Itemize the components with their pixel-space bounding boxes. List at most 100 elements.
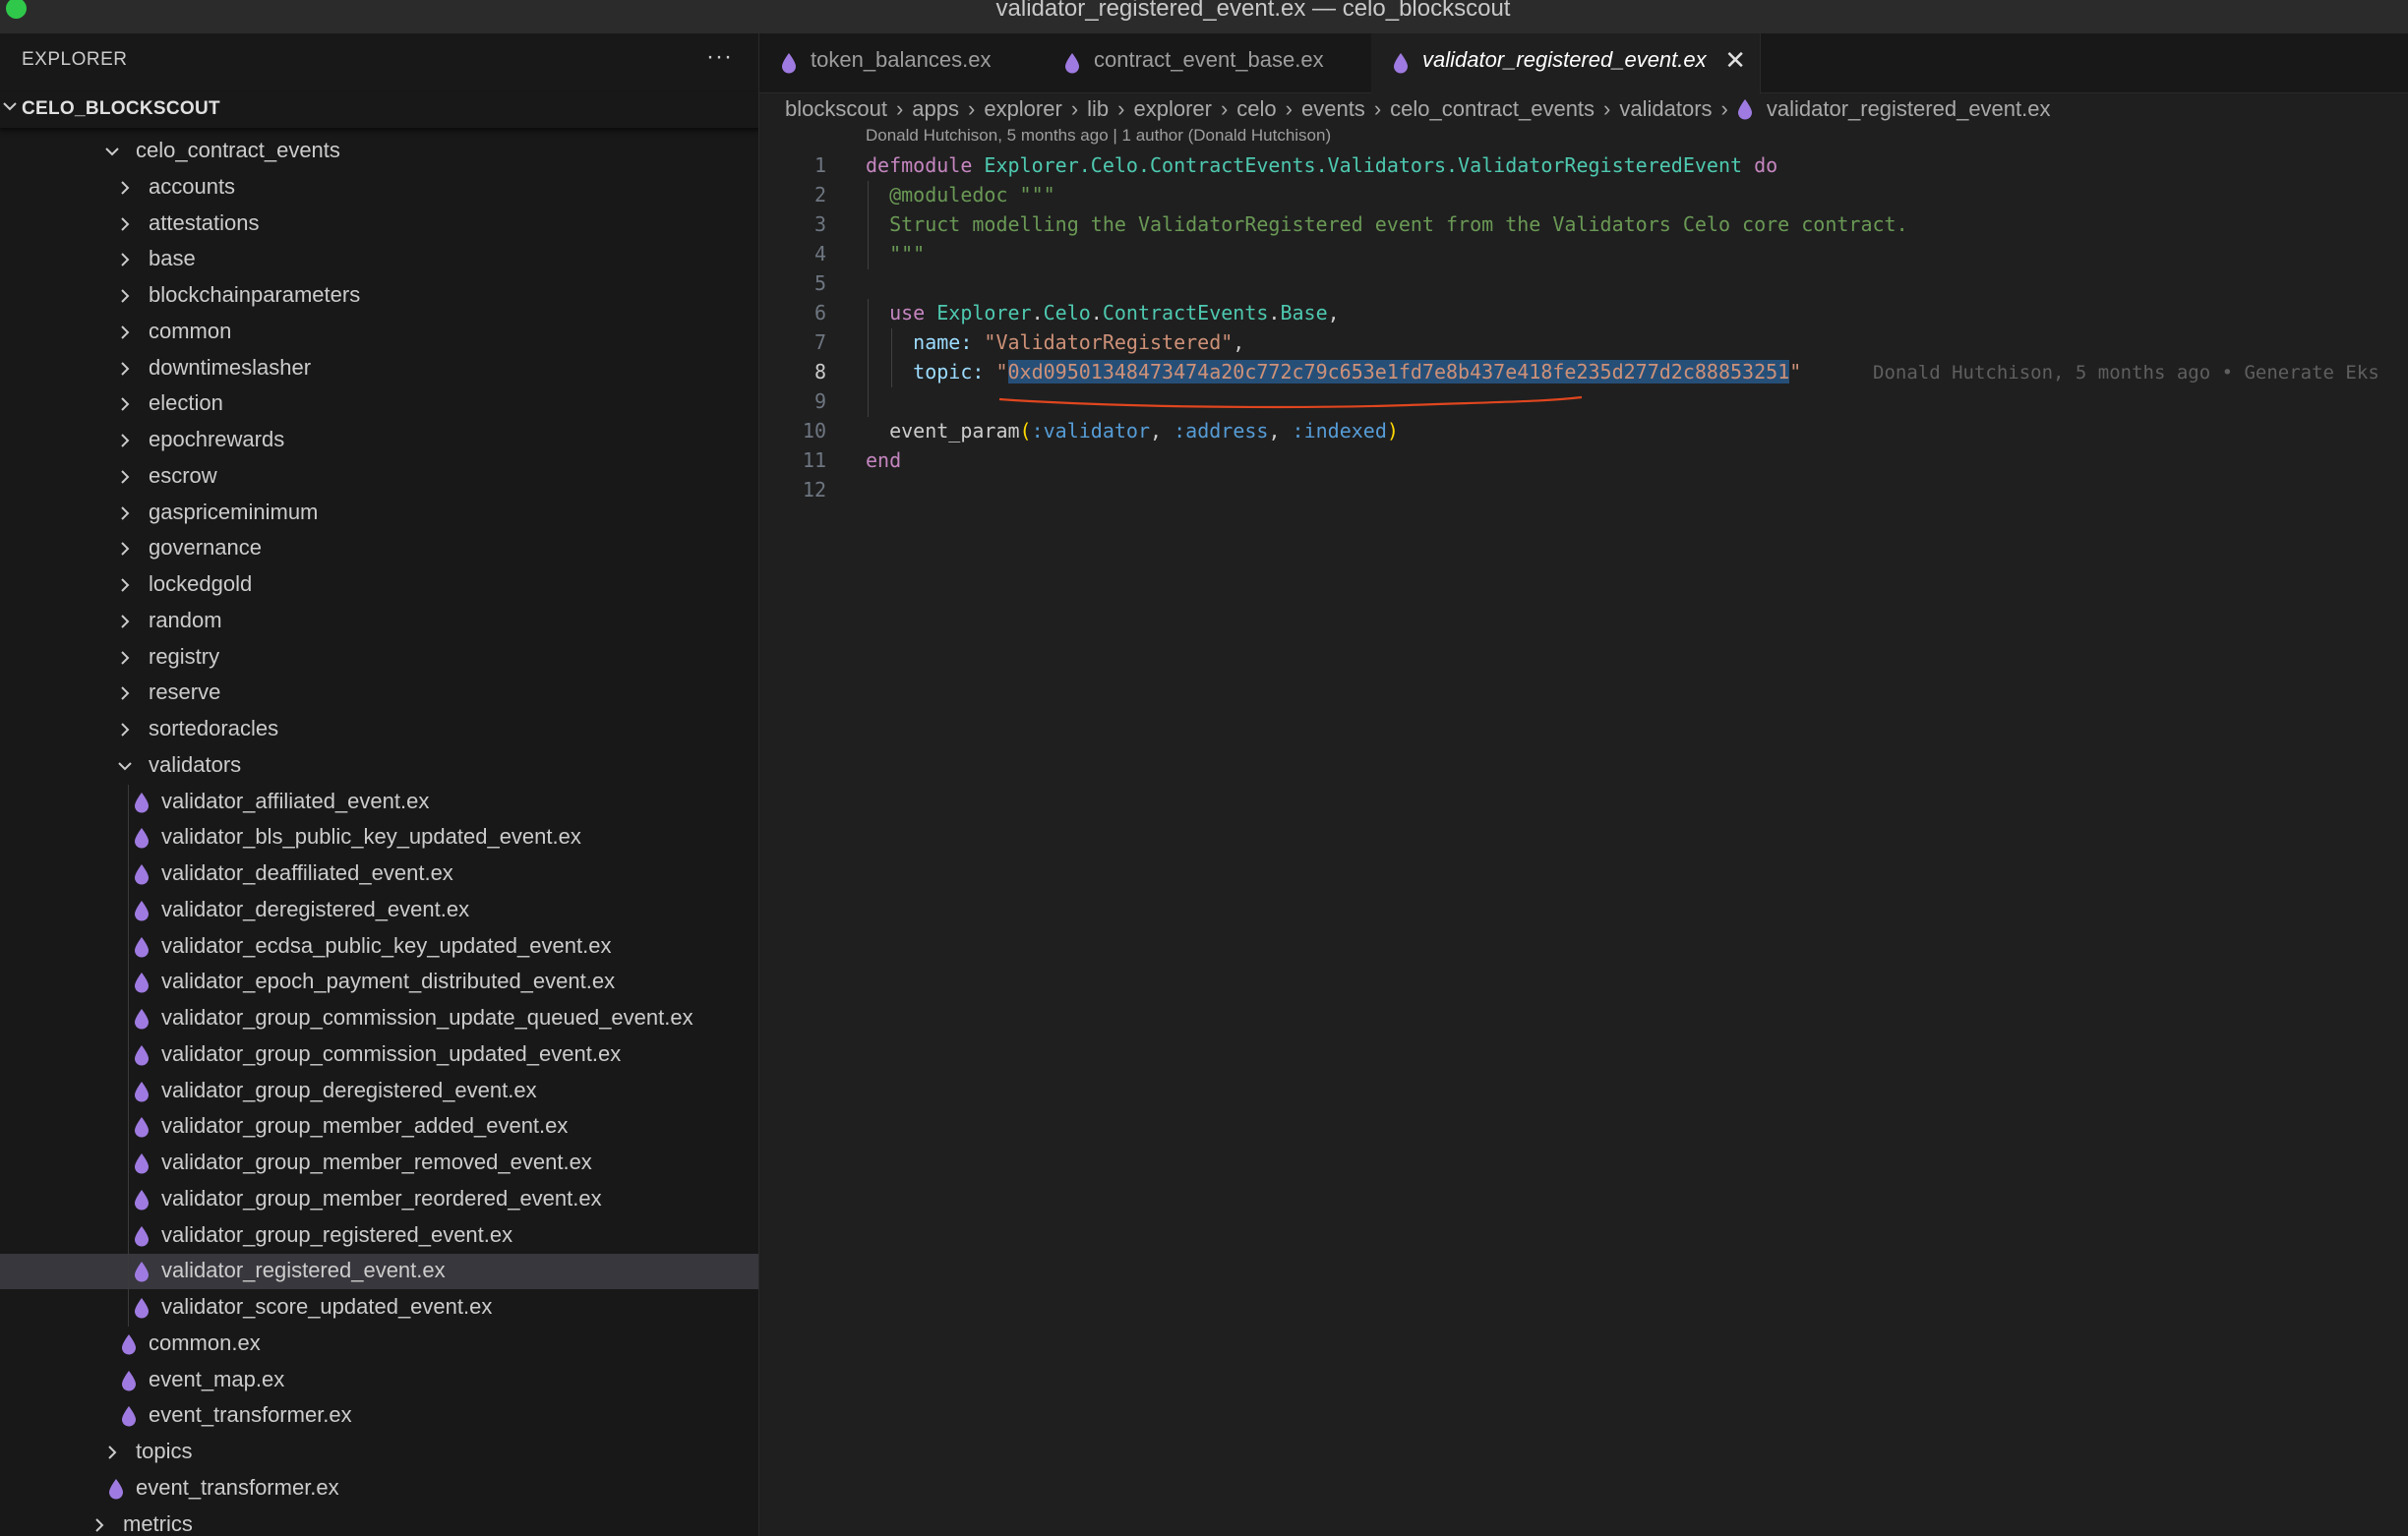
breadcrumb-segment[interactable]: validators [1619,96,1712,122]
tree-folder[interactable]: metrics [0,1507,758,1536]
code-token: name: [866,330,985,354]
tree-file[interactable]: validator_deaffiliated_event.ex [0,857,758,892]
chevron-right-icon [115,718,135,741]
tree-item-label: event_transformer.ex [136,1474,339,1500]
code-line[interactable]: 12 [759,476,2408,505]
chevron-right-icon [115,646,135,670]
indent-guide [868,181,869,269]
tree-folder[interactable]: validators [0,748,758,784]
code-token: Struct modelling the ValidatorRegistered… [866,212,1908,236]
tree-folder[interactable]: gaspriceminimum [0,496,758,531]
codelens-author-info[interactable]: Donald Hutchison, 5 months ago | 1 autho… [866,126,1331,146]
breadcrumb-separator: › [1285,96,1293,121]
tree-folder[interactable]: accounts [0,170,758,206]
tree-file[interactable]: event_transformer.ex [0,1471,758,1506]
tab[interactable]: token_balances.ex [759,33,1044,92]
editor-tab-bar: token_balances.ex contract_event_base.ex v… [759,33,2408,94]
code-line[interactable]: 5 [759,269,2408,299]
code-token: . [1268,301,1281,325]
code-content: use Explorer.Celo.ContractEvents.Base, [866,301,1340,325]
tree-folder[interactable]: common [0,315,758,350]
tab-label: contract_event_base.ex [1094,47,1324,72]
tree-folder[interactable]: attestations [0,207,758,242]
tree-file[interactable]: validator_registered_event.ex [0,1254,758,1290]
tree-item-label: base [149,246,196,271]
breadcrumb-segment[interactable]: lib [1087,96,1109,122]
tree-file[interactable]: common.ex [0,1327,758,1362]
tree-file[interactable]: validator_score_updated_event.ex [0,1290,758,1326]
tree-folder[interactable]: downtimeslasher [0,351,758,386]
tree-file[interactable]: validator_affiliated_event.ex [0,785,758,820]
tree-file[interactable]: validator_ecdsa_public_key_updated_event… [0,929,758,965]
elixir-file-icon [121,1332,137,1356]
code-line[interactable]: 3 Struct modelling the ValidatorRegister… [759,210,2408,240]
tree-item-label: election [149,390,223,416]
tree-folder[interactable]: election [0,386,758,422]
chevron-right-icon [115,502,135,525]
tree-file[interactable]: validator_group_commission_update_queued… [0,1001,758,1036]
tree-folder[interactable]: celo_contract_events [0,134,758,169]
code-content: """ [866,242,925,266]
code-line[interactable]: 4 """ [759,240,2408,269]
tree-file[interactable]: validator_group_deregistered_event.ex [0,1074,758,1109]
breadcrumb-segment[interactable]: validator_registered_event.ex [1767,96,2051,122]
breadcrumb-separator: › [1220,96,1229,121]
line-number: 3 [813,212,826,236]
tab[interactable]: contract_event_base.ex [1043,33,1372,92]
tree-file[interactable]: event_map.ex [0,1363,758,1398]
tree-file[interactable]: validator_group_member_removed_event.ex [0,1146,758,1181]
tree-file[interactable]: validator_deregistered_event.ex [0,893,758,928]
breadcrumb-segment[interactable]: events [1301,96,1365,122]
tab-active[interactable]: validator_registered_event.ex ✕ [1371,33,1761,94]
line-number: 12 [802,478,826,502]
breadcrumb-segment[interactable]: explorer [1133,96,1211,122]
breadcrumb-segment[interactable]: explorer [984,96,1061,122]
tree-folder[interactable]: random [0,604,758,639]
tree-file[interactable]: validator_bls_public_key_updated_event.e… [0,820,758,856]
tree-folder[interactable]: topics [0,1435,758,1470]
breadcrumb-segment[interactable]: blockscout [785,96,887,122]
tree-file[interactable]: validator_group_registered_event.ex [0,1218,758,1254]
code-line[interactable]: 10 event_param(:validator, :address, :in… [759,417,2408,446]
line-number: 1 [813,153,826,177]
elixir-file-icon [121,1404,137,1428]
tree-file[interactable]: event_transformer.ex [0,1398,758,1434]
tree-file[interactable]: validator_epoch_payment_distributed_even… [0,965,758,1000]
code-token: "ValidatorRegistered" [984,330,1234,354]
tree-folder[interactable]: reserve [0,676,758,711]
elixir-file-icon [108,1477,124,1501]
breadcrumb-segment[interactable]: apps [912,96,959,122]
tree-item-label: escrow [149,462,217,488]
tree-file[interactable]: validator_group_member_reordered_event.e… [0,1182,758,1217]
tree-folder[interactable]: base [0,242,758,277]
workspace-section-header[interactable]: CELO_BLOCKSCOUT [0,92,758,129]
code-line[interactable]: 6 use Explorer.Celo.ContractEvents.Base, [759,299,2408,328]
inline-blame: Donald Hutchison, 5 months ago • Generat… [1873,362,2379,384]
code-line[interactable]: 8 topic: "0xd09501348473474a20c772c79c65… [759,358,2408,387]
tree-folder[interactable]: epochrewards [0,423,758,458]
code-line[interactable]: 1 defmodule Explorer.Celo.ContractEvents.… [759,151,2408,181]
code-editor[interactable]: Donald Hutchison, 5 months ago | 1 autho… [759,126,2408,1536]
tree-folder[interactable]: escrow [0,459,758,495]
elixir-file-icon [134,1043,150,1067]
elixir-file-icon [134,1260,150,1283]
code-content: Struct modelling the ValidatorRegistered… [866,212,1908,236]
chevron-right-icon [115,465,135,489]
tree-folder[interactable]: registry [0,640,758,676]
breadcrumb-segment[interactable]: celo_contract_events [1390,96,1595,122]
elixir-file-icon [134,1188,150,1211]
tree-folder[interactable]: lockedgold [0,567,758,603]
tree-folder[interactable]: sortedoracles [0,712,758,747]
more-actions-button[interactable]: ··· [706,43,733,71]
tree-file[interactable]: validator_group_commission_updated_event… [0,1037,758,1073]
breadcrumb-segment[interactable]: celo [1236,96,1276,122]
tree-file[interactable]: validator_group_member_added_event.ex [0,1109,758,1145]
code-line[interactable]: 2 @moduledoc """ [759,181,2408,210]
tab-label: validator_registered_event.ex [1422,47,1707,72]
tree-folder[interactable]: governance [0,531,758,566]
tree-folder[interactable]: blockchainparameters [0,278,758,314]
tree-item-label: downtimeslasher [149,354,312,380]
code-line[interactable]: 7 name: "ValidatorRegistered", [759,328,2408,358]
code-line[interactable]: 11 end [759,446,2408,476]
close-tab-icon[interactable]: ✕ [1724,45,1746,76]
